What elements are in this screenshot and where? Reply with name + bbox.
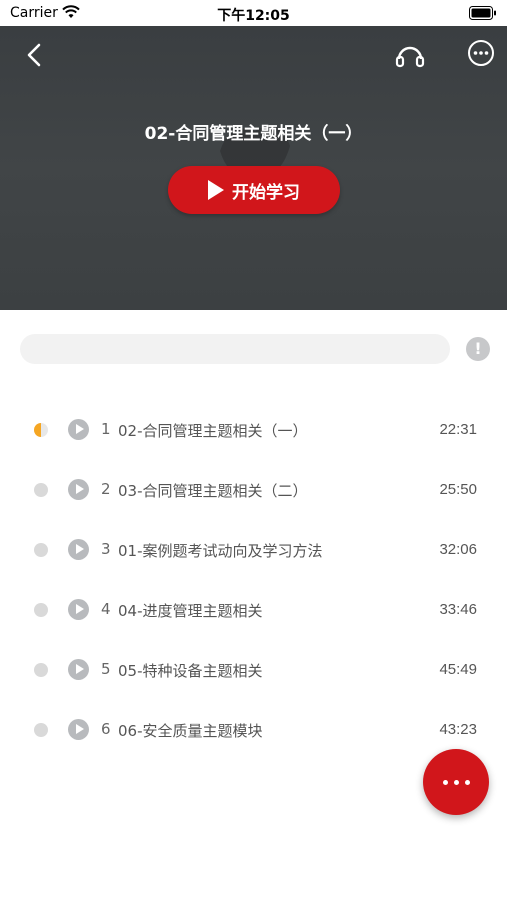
info-icon[interactable]: ! bbox=[466, 337, 490, 361]
play-icon[interactable] bbox=[68, 599, 89, 620]
status-bar: Carrier 下午12:05 bbox=[0, 0, 507, 26]
lesson-title: 03-合同管理主题相关（二） bbox=[118, 482, 308, 500]
lesson-index: 2 bbox=[101, 480, 111, 498]
lesson-index: 1 bbox=[101, 420, 111, 438]
battery-icon bbox=[469, 6, 496, 20]
lesson-index: 3 bbox=[101, 540, 111, 558]
lesson-title: 06-安全质量主题模块 bbox=[118, 722, 263, 740]
dot-icon bbox=[442, 779, 448, 785]
lesson-index: 5 bbox=[101, 660, 111, 678]
play-icon[interactable] bbox=[68, 419, 89, 440]
lesson-duration: 22:31 bbox=[439, 421, 477, 438]
dot-icon bbox=[453, 779, 459, 785]
course-hero: 02-合同管理主题相关（一） 开始学习 bbox=[0, 26, 507, 310]
lesson-duration: 33:46 bbox=[439, 601, 477, 618]
more-icon bbox=[468, 40, 494, 66]
lesson-duration: 32:06 bbox=[439, 541, 477, 558]
lesson-index: 6 bbox=[101, 720, 111, 738]
progress-status-icon bbox=[34, 663, 48, 677]
list-item[interactable]: 5 05-特种设备主题相关 45:49 bbox=[0, 640, 507, 700]
start-learning-label: 开始学习 bbox=[232, 182, 300, 203]
list-item[interactable]: 2 03-合同管理主题相关（二） 25:50 bbox=[0, 460, 507, 520]
progress-status-icon bbox=[34, 543, 48, 557]
back-button[interactable] bbox=[20, 40, 50, 70]
lesson-duration: 25:50 bbox=[439, 481, 477, 498]
audio-button[interactable] bbox=[394, 38, 426, 70]
more-options-button[interactable] bbox=[466, 38, 496, 68]
play-icon[interactable] bbox=[68, 539, 89, 560]
play-icon[interactable] bbox=[68, 659, 89, 680]
lesson-title: 01-案例题考试动向及学习方法 bbox=[118, 542, 323, 560]
headphone-icon bbox=[395, 46, 425, 68]
progress-status-icon bbox=[34, 723, 48, 737]
lesson-title: 02-合同管理主题相关（一） bbox=[118, 422, 308, 440]
lesson-index: 4 bbox=[101, 600, 111, 618]
start-learning-button[interactable]: 开始学习 bbox=[168, 166, 340, 214]
list-item[interactable]: 6 06-安全质量主题模块 43:23 bbox=[0, 700, 507, 760]
dot-icon bbox=[464, 779, 470, 785]
play-icon bbox=[208, 180, 224, 200]
search-input[interactable] bbox=[20, 334, 450, 364]
lesson-title: 04-进度管理主题相关 bbox=[118, 602, 263, 620]
list-item[interactable]: 3 01-案例题考试动向及学习方法 32:06 bbox=[0, 520, 507, 580]
list-item[interactable]: 1 02-合同管理主题相关（一） 22:31 bbox=[0, 400, 507, 460]
list-item[interactable]: 4 04-进度管理主题相关 33:46 bbox=[0, 580, 507, 640]
progress-status-icon bbox=[34, 603, 48, 617]
lesson-duration: 43:23 bbox=[439, 721, 477, 738]
lesson-duration: 45:49 bbox=[439, 661, 477, 678]
play-icon[interactable] bbox=[68, 719, 89, 740]
more-actions-button[interactable] bbox=[423, 749, 489, 815]
progress-status-icon bbox=[34, 423, 48, 437]
course-title: 02-合同管理主题相关（一） bbox=[144, 124, 363, 144]
play-icon[interactable] bbox=[68, 479, 89, 500]
back-icon bbox=[27, 43, 41, 67]
lesson-title: 05-特种设备主题相关 bbox=[118, 662, 263, 680]
progress-status-icon bbox=[34, 483, 48, 497]
status-time: 下午12:05 bbox=[217, 8, 290, 24]
